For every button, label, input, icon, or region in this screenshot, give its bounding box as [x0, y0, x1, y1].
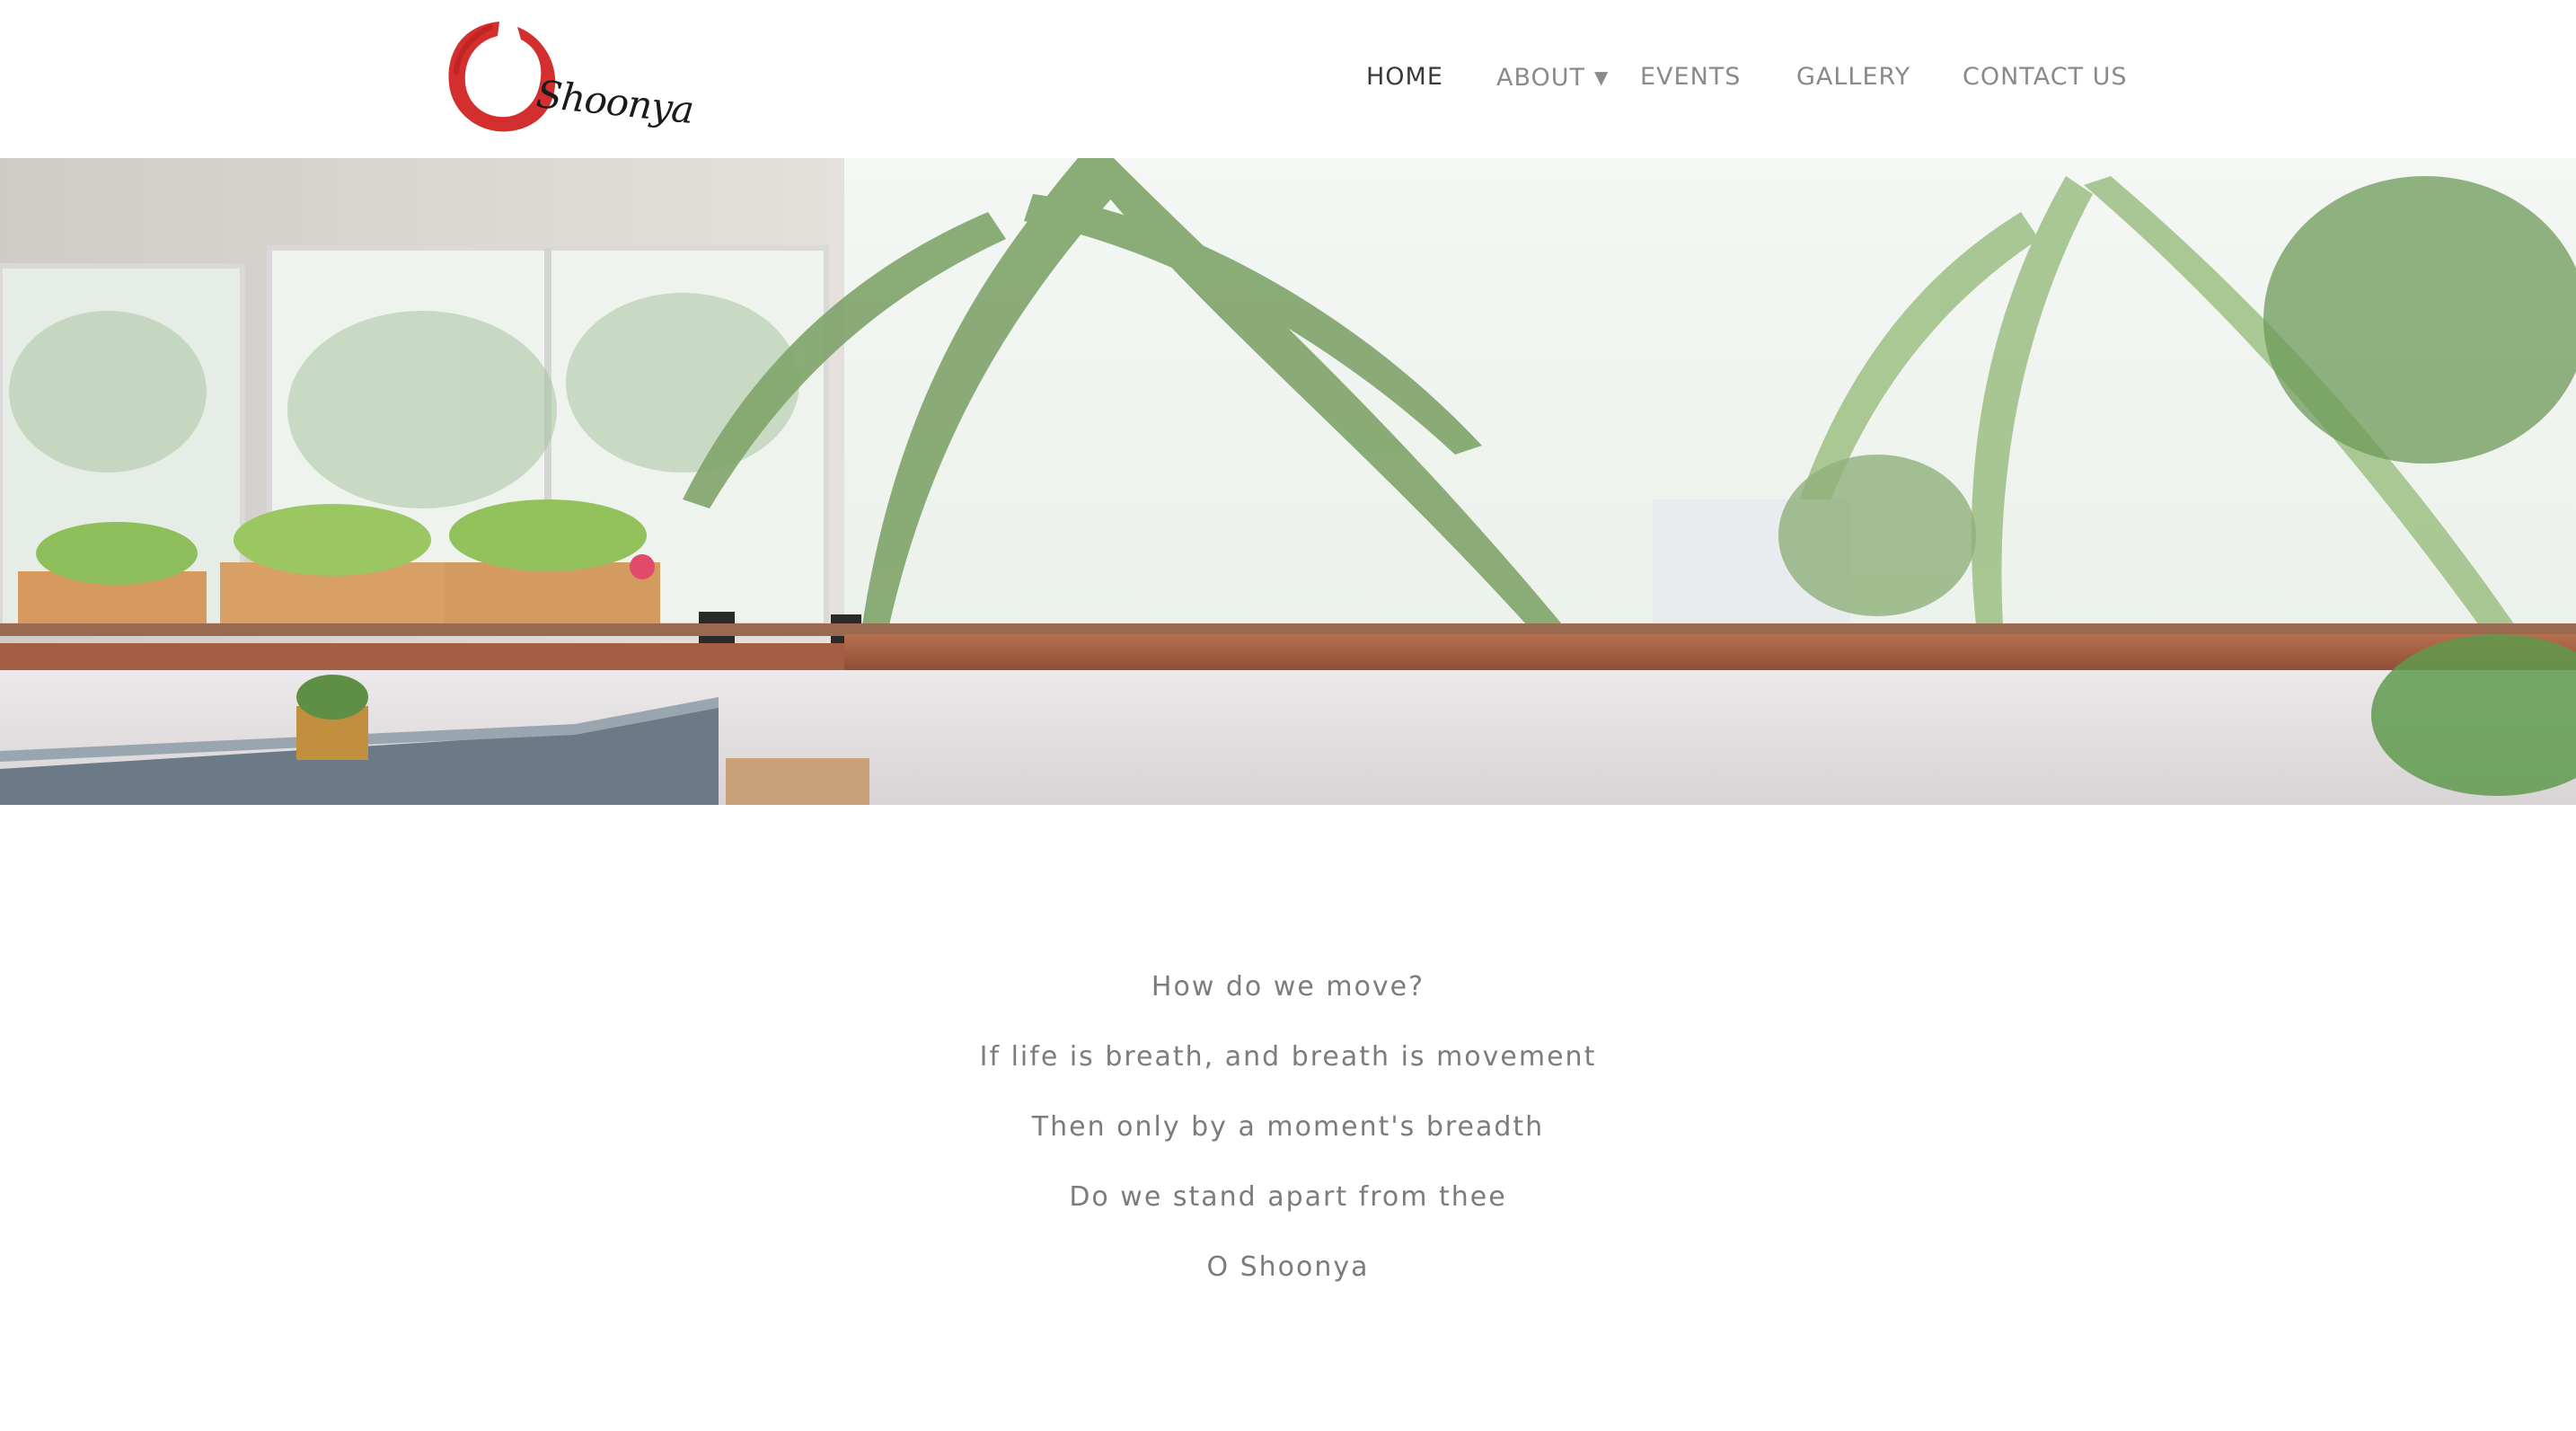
poem-line: O Shoonya	[1206, 1251, 1370, 1283]
caret-down-icon[interactable]: ▼	[1594, 66, 1609, 88]
hero-photo-balcony-palms	[0, 158, 2576, 805]
main-nav: HOME ABOUT ▼ EVENTS GALLERY CONTACT US	[0, 59, 2576, 95]
site-header: Shoonya HOME ABOUT ▼ EVENTS GALLERY CONTA…	[0, 0, 2576, 158]
nav-home-link[interactable]: HOME	[1366, 59, 1443, 95]
nav-events-link[interactable]: EVENTS	[1640, 59, 1741, 95]
nav-about-link[interactable]: ABOUT ▼	[1496, 59, 1609, 96]
poem-section: How do we move? If life is breath, and b…	[0, 952, 2576, 1303]
poem-line: How do we move?	[1151, 971, 1425, 1003]
hero-image	[0, 158, 2576, 805]
poem-line: If life is breath, and breath is movemen…	[979, 1041, 1597, 1073]
nav-about-label: ABOUT	[1496, 64, 1586, 92]
nav-contact-link[interactable]: CONTACT US	[1963, 59, 2128, 95]
poem-line: Do we stand apart from thee	[1069, 1181, 1507, 1213]
poem-line: Then only by a moment's breadth	[1031, 1111, 1545, 1143]
nav-gallery-link[interactable]: GALLERY	[1796, 59, 1910, 95]
